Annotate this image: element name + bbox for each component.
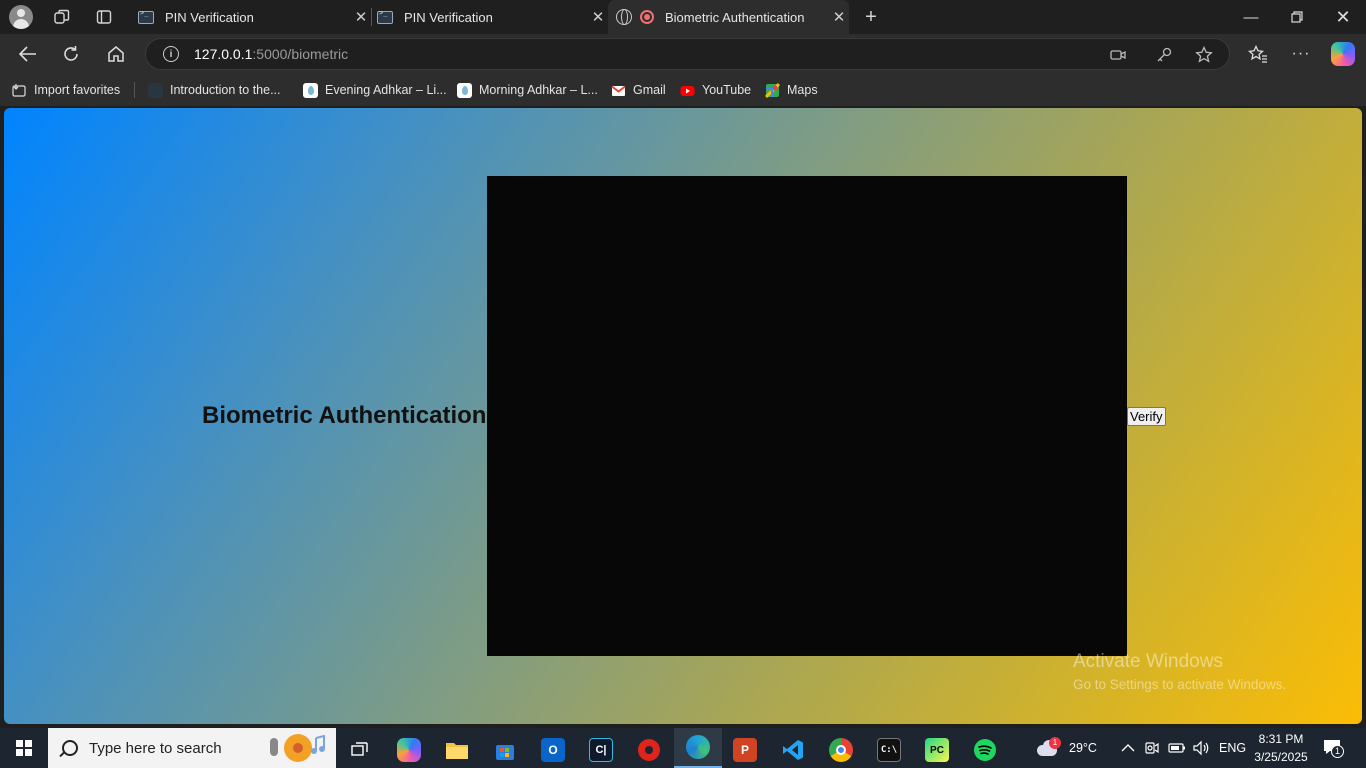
terminal-favicon-icon xyxy=(138,9,154,24)
outlook-icon[interactable]: O xyxy=(533,732,573,768)
tab-strip: PIN Verification ✕ PIN Verification ✕ Bi… xyxy=(0,0,1366,34)
bookmarks-bar: Import favorites Introduction to the... … xyxy=(0,74,1366,106)
task-view-icon[interactable] xyxy=(340,732,380,768)
favorite-star-icon[interactable] xyxy=(1194,45,1214,65)
bookmark-label: Morning Adhkar – L... xyxy=(479,83,598,97)
camera-video xyxy=(487,176,1127,656)
terminal-icon[interactable]: C:\ xyxy=(869,732,909,768)
navigation-bar: i 127.0.0.1:5000/biometric ··· xyxy=(0,34,1366,74)
notifications-icon[interactable]: 1 xyxy=(1322,728,1344,768)
weather-temp: 29°C xyxy=(1069,741,1097,755)
language-indicator[interactable]: ENG xyxy=(1219,728,1246,768)
tab-pin-verification-1[interactable]: PIN Verification ✕ xyxy=(131,0,371,34)
site-info-icon[interactable]: i xyxy=(163,46,179,62)
workspaces-icon[interactable] xyxy=(49,5,75,29)
bookmark-label: Gmail xyxy=(633,83,666,97)
spotify-icon[interactable] xyxy=(965,732,1005,768)
page-title: Biometric Authentication xyxy=(202,402,487,429)
clion-icon[interactable]: C| xyxy=(581,732,621,768)
activate-windows-hint: Go to Settings to activate Windows. xyxy=(1073,677,1287,692)
close-tab-icon[interactable]: ✕ xyxy=(829,8,849,26)
tab-title: PIN Verification xyxy=(165,9,254,25)
meet-now-icon[interactable] xyxy=(1144,728,1160,768)
recording-icon xyxy=(640,10,654,24)
weather-widget[interactable]: 1 29°C xyxy=(1035,728,1097,768)
clock-time: 8:31 PM xyxy=(1258,732,1304,746)
show-hidden-icons-icon[interactable] xyxy=(1121,728,1135,768)
url-path: :5000/biometric xyxy=(252,46,349,62)
new-tab-icon[interactable]: + xyxy=(858,5,884,29)
volume-icon[interactable] xyxy=(1192,728,1210,768)
bookmark-youtube[interactable]: YouTube xyxy=(680,81,751,99)
droplet-icon xyxy=(303,82,318,98)
search-placeholder: Type here to search xyxy=(89,739,222,757)
copilot-taskbar-icon[interactable] xyxy=(389,732,429,768)
bookmark-divider xyxy=(134,82,135,98)
terminal-favicon-icon xyxy=(377,9,393,24)
weather-badge: 1 xyxy=(1049,737,1061,749)
file-explorer-icon[interactable] xyxy=(437,732,477,768)
close-tab-icon[interactable]: ✕ xyxy=(351,8,371,26)
restore-icon[interactable] xyxy=(1274,0,1320,34)
verify-button[interactable]: Verify xyxy=(1127,407,1166,426)
bookmark-maps[interactable]: Maps xyxy=(765,81,818,99)
bookmark-import-favorites[interactable]: Import favorites xyxy=(12,81,120,99)
tab-actions-icon[interactable] xyxy=(91,5,117,29)
bookmark-label: Maps xyxy=(787,83,818,97)
bookmark-label: Introduction to the... xyxy=(170,83,281,97)
minimize-icon[interactable]: — xyxy=(1228,0,1274,34)
vscode-icon[interactable] xyxy=(773,732,813,768)
notification-count: 1 xyxy=(1331,745,1344,758)
search-highlight-icon xyxy=(270,734,325,762)
maps-icon xyxy=(765,82,780,98)
favorites-icon[interactable] xyxy=(1243,39,1273,69)
droplet-icon xyxy=(457,82,472,98)
camera-in-use-icon[interactable] xyxy=(1108,45,1128,65)
microsoft-store-icon[interactable] xyxy=(485,732,525,768)
more-options-icon[interactable]: ··· xyxy=(1286,39,1316,69)
home-icon[interactable] xyxy=(101,39,131,69)
search-icon xyxy=(62,740,78,756)
bookmark-gmail[interactable]: Gmail xyxy=(611,81,666,99)
bookmark-evening-adhkar[interactable]: Evening Adhkar – Li... xyxy=(303,81,447,99)
edge-icon[interactable] xyxy=(674,728,722,768)
page-icon xyxy=(148,82,163,98)
taskbar-search[interactable]: Type here to search xyxy=(48,728,336,768)
start-button[interactable] xyxy=(0,728,48,768)
tab-title: PIN Verification xyxy=(404,9,493,25)
url-host: 127.0.0.1 xyxy=(194,46,253,62)
globe-icon xyxy=(616,9,632,25)
clock-date: 3/25/2025 xyxy=(1254,750,1308,764)
bookmark-introduction[interactable]: Introduction to the... xyxy=(148,81,281,99)
bookmark-label: YouTube xyxy=(702,83,752,97)
taskbar: Type here to search O C| P C:\ PC 1 29°C… xyxy=(0,728,1366,768)
password-key-icon[interactable] xyxy=(1154,45,1174,65)
address-bar[interactable]: i 127.0.0.1:5000/biometric xyxy=(145,38,1230,70)
chrome-icon[interactable] xyxy=(821,732,861,768)
copilot-icon[interactable] xyxy=(1331,42,1355,66)
battery-icon[interactable] xyxy=(1168,728,1186,768)
weather-icon: 1 xyxy=(1035,737,1061,759)
tab-title: Biometric Authentication xyxy=(665,9,805,25)
close-window-icon[interactable]: ✕ xyxy=(1320,0,1366,34)
back-icon[interactable] xyxy=(13,39,43,69)
youtube-icon xyxy=(680,85,695,96)
tab-pin-verification-2[interactable]: PIN Verification ✕ xyxy=(370,0,608,34)
windows-logo-icon xyxy=(16,740,32,756)
page-viewport: Biometric Authentication Verify Activate… xyxy=(4,108,1362,724)
refresh-icon[interactable] xyxy=(56,39,86,69)
bookmark-label: Import favorites xyxy=(34,83,121,97)
gmail-icon xyxy=(611,85,626,96)
powerpoint-icon[interactable]: P xyxy=(725,732,765,768)
screen-recorder-icon[interactable] xyxy=(629,732,669,768)
pycharm-icon[interactable]: PC xyxy=(917,732,957,768)
profile-avatar[interactable] xyxy=(9,5,33,29)
activate-windows-title: Activate Windows xyxy=(1073,651,1223,672)
close-tab-icon[interactable]: ✕ xyxy=(588,8,608,26)
bookmark-morning-adhkar[interactable]: Morning Adhkar – L... xyxy=(457,81,598,99)
import-icon xyxy=(12,83,26,97)
bookmark-label: Evening Adhkar – Li... xyxy=(325,83,447,97)
clock[interactable]: 8:31 PM 3/25/2025 xyxy=(1250,730,1312,766)
tab-biometric-authentication[interactable]: Biometric Authentication ✕ xyxy=(608,0,849,34)
